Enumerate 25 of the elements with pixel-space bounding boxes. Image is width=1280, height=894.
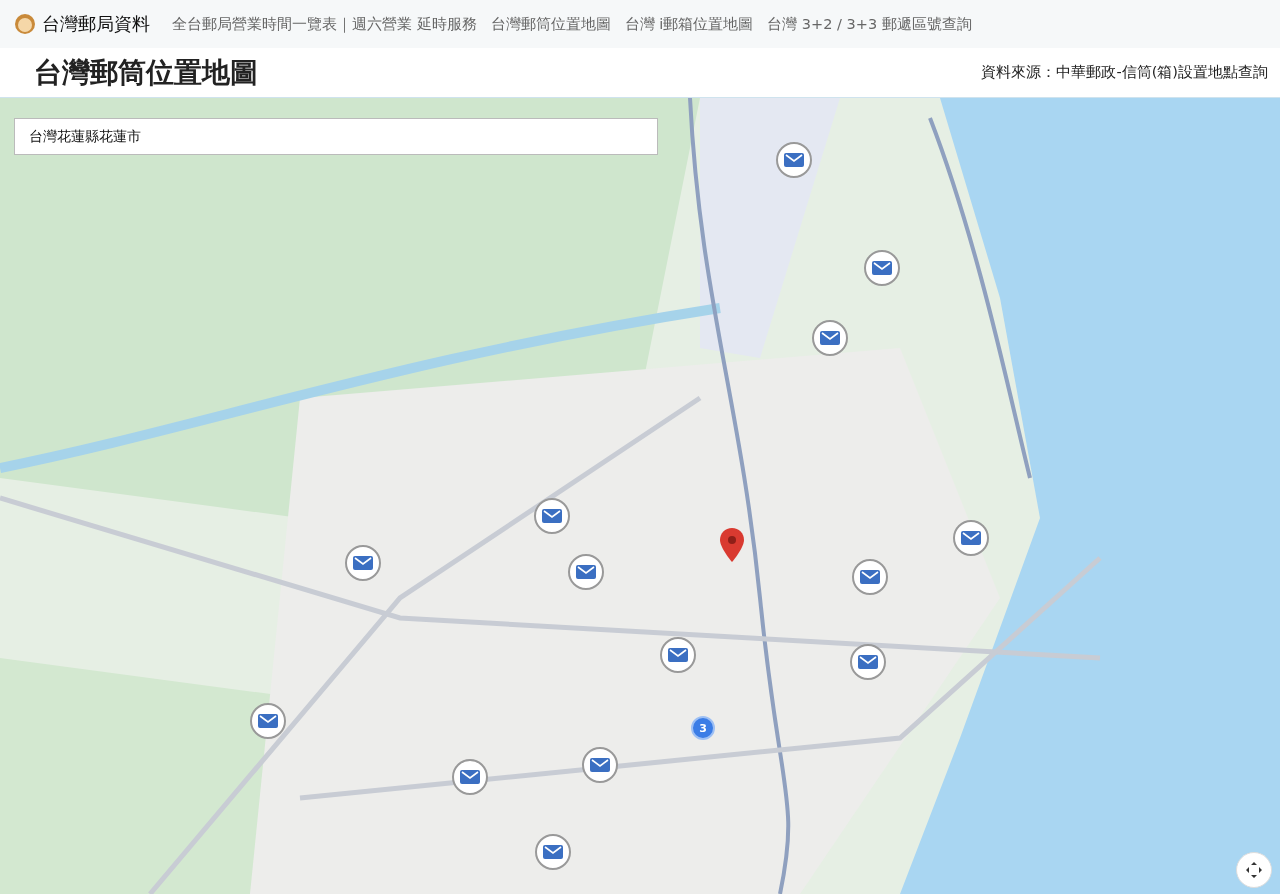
- expand-arrows-icon: [1245, 861, 1263, 879]
- envelope-icon: [860, 570, 880, 584]
- nav-link[interactable]: 台灣 3+2 / 3+3 郵遞區號查詢: [767, 14, 972, 34]
- location-search-field[interactable]: 台灣花蓮縣花蓮市: [14, 118, 658, 155]
- page-title: 台灣郵筒位置地圖: [34, 54, 258, 91]
- envelope-icon: [542, 509, 562, 523]
- site-logo-link[interactable]: 台灣郵局資料: [14, 12, 150, 36]
- envelope-icon: [258, 714, 278, 728]
- nav-link[interactable]: 全台郵局營業時間一覽表｜週六營業 延時服務: [172, 14, 477, 34]
- envelope-icon: [543, 845, 563, 859]
- envelope-icon: [590, 758, 610, 772]
- envelope-icon: [668, 648, 688, 662]
- envelope-icon: [576, 565, 596, 579]
- envelope-icon: [784, 153, 804, 167]
- envelope-icon: [858, 655, 878, 669]
- nav-link[interactable]: 台灣 i郵箱位置地圖: [624, 14, 754, 34]
- envelope-icon: [820, 331, 840, 345]
- envelope-icon: [961, 531, 981, 545]
- avatar-icon: [14, 13, 36, 35]
- location-pin-icon: [720, 528, 744, 562]
- envelope-icon: [353, 556, 373, 570]
- envelope-icon: [872, 261, 892, 275]
- envelope-icon: [460, 770, 480, 784]
- data-source-text: 資料來源：中華郵政-信筒(箱)設置地點查詢: [981, 63, 1268, 82]
- nav-link[interactable]: 台灣郵筒位置地圖: [490, 14, 611, 34]
